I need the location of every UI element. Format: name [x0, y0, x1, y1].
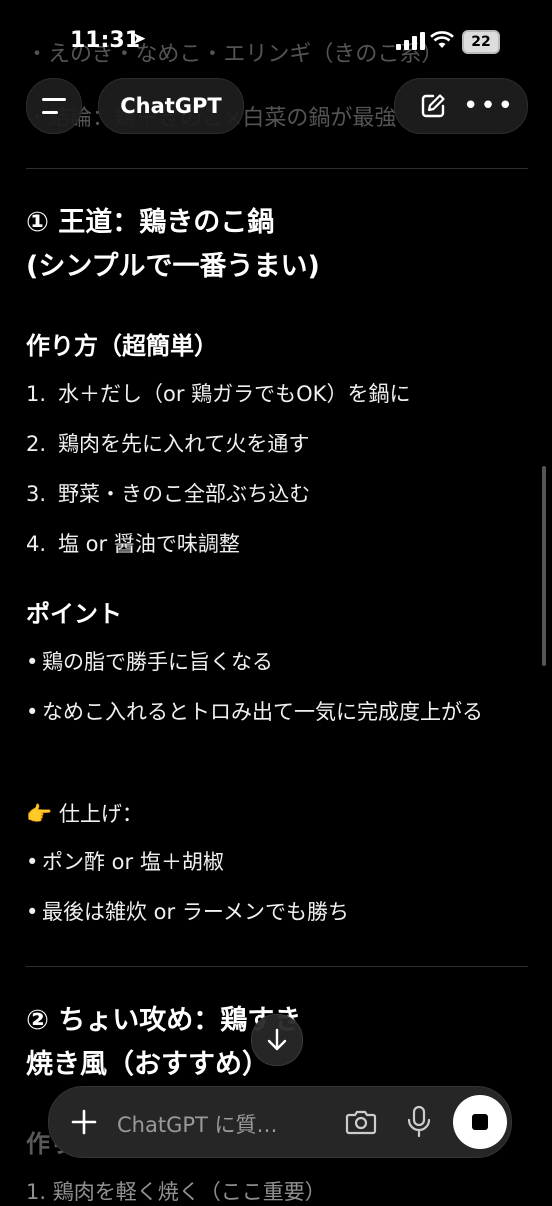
list-item: 2. 鶏肉を先に入れて火を通す	[26, 432, 310, 456]
cellular-signal-icon	[396, 32, 426, 50]
section-heading-sub: 焼き風（おすすめ）	[26, 1049, 269, 1080]
top-bar: ChatGPT •••	[26, 78, 528, 134]
list-item: • なめこ入れるとトロみ出て一気に完成度上がる	[26, 700, 483, 724]
list-item: 4. 塩 or 醤油で味調整	[26, 532, 240, 556]
wifi-icon	[430, 30, 454, 54]
stop-generating-button[interactable]	[453, 1095, 507, 1149]
stop-icon	[472, 1114, 488, 1130]
list-item: 1. 水＋だし（or 鶏ガラでもOK）を鍋に	[26, 382, 411, 406]
divider	[26, 966, 528, 967]
list-item: • 最後は雑炊 or ラーメンでも勝ち	[26, 900, 349, 924]
microphone-icon[interactable]	[405, 1105, 433, 1139]
howto-heading: 作り方（超簡単）	[26, 332, 218, 360]
more-options-icon[interactable]: •••	[461, 79, 517, 133]
divider	[26, 168, 528, 169]
list-item: • ポン酢 or 塩＋胡椒	[26, 850, 224, 874]
section-heading-sub: (シンプルで一番うまい)	[26, 251, 320, 282]
model-selector-button[interactable]: ChatGPT	[98, 78, 244, 134]
battery-level: 22	[462, 30, 500, 54]
add-attachment-button[interactable]	[67, 1105, 101, 1139]
point-heading: ポイント	[26, 600, 122, 628]
location-arrow-icon: ➤	[132, 29, 147, 49]
arrow-down-icon	[267, 1028, 287, 1051]
status-bar: 11:31 ➤ 22	[0, 0, 552, 80]
status-time: 11:31	[70, 28, 141, 53]
menu-button[interactable]	[26, 78, 82, 134]
camera-icon[interactable]	[345, 1107, 377, 1137]
finish-label: 👉 仕上げ：	[26, 802, 143, 826]
scrollbar[interactable]	[542, 466, 546, 666]
header-actions: •••	[394, 78, 528, 134]
section-heading: ① 王道：鶏きのこ鍋	[26, 207, 275, 238]
scroll-to-bottom-button[interactable]	[251, 1014, 303, 1066]
plus-icon	[71, 1109, 97, 1135]
list-item: 1. 鶏肉を軽く焼く（ここ重要）	[26, 1180, 326, 1204]
message-composer: ChatGPT に質…	[48, 1086, 512, 1158]
list-item: 3. 野菜・きのこ全部ぶち込む	[26, 482, 311, 506]
hamburger-icon	[42, 98, 66, 114]
message-input[interactable]: ChatGPT に質…	[117, 1109, 278, 1139]
list-item: • 鶏の脂で勝手に旨くなる	[26, 650, 273, 674]
new-chat-icon[interactable]	[405, 79, 461, 133]
